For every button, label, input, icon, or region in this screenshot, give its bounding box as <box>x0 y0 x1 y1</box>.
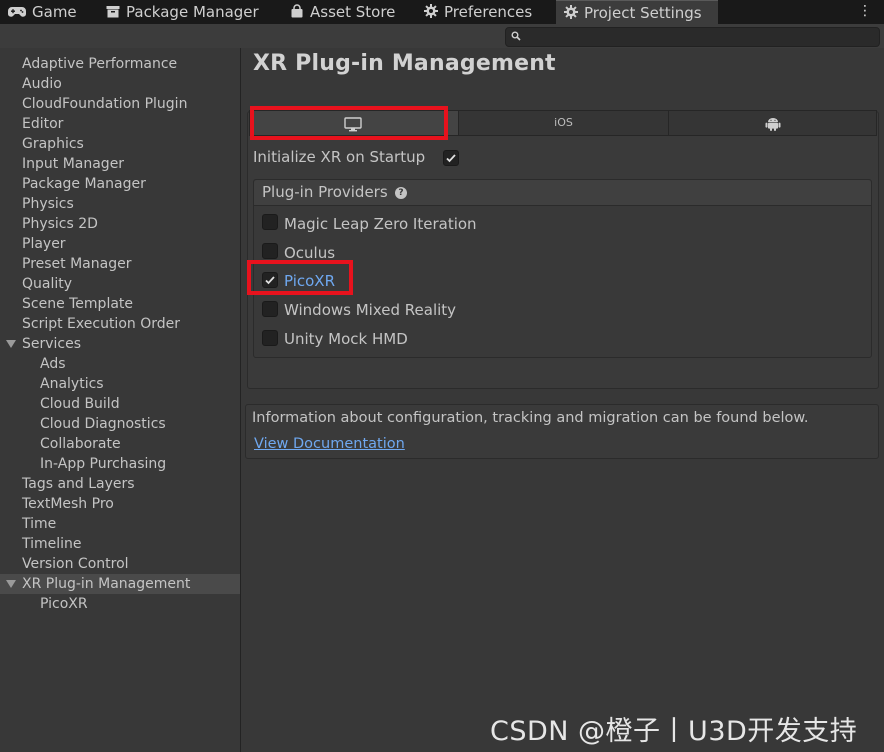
initialize-xr-label: Initialize XR on Startup <box>253 148 426 166</box>
sidebar-item-version-control[interactable]: Version Control <box>0 554 262 574</box>
android-icon <box>765 118 781 131</box>
sidebar-item-graphics[interactable]: Graphics <box>0 134 262 154</box>
sidebar-item-collaborate[interactable]: Collaborate <box>0 434 280 454</box>
provider-label-windows-mr: Windows Mixed Reality <box>284 301 457 319</box>
view-documentation-link[interactable]: View Documentation <box>254 436 405 452</box>
page-title: XR Plug-in Management <box>253 51 556 76</box>
gamepad-icon <box>8 1 26 25</box>
sidebar-item-cloud-build[interactable]: Cloud Build <box>0 394 280 414</box>
sidebar-item-services[interactable]: Services <box>0 334 240 354</box>
sidebar-item-timeline[interactable]: Timeline <box>0 534 262 554</box>
tab-project-settings[interactable]: Project Settings <box>556 0 718 24</box>
sidebar-item-editor[interactable]: Editor <box>0 114 262 134</box>
sidebar-item-tags-and-layers[interactable]: Tags and Layers <box>0 474 262 494</box>
sidebar-item-audio[interactable]: Audio <box>0 74 262 94</box>
settings-sidebar: Adaptive Performance Audio CloudFoundati… <box>0 48 241 752</box>
tab-game-label: Game <box>32 3 77 21</box>
provider-checkbox-oculus[interactable] <box>262 243 278 259</box>
sidebar-item-cloud-diagnostics[interactable]: Cloud Diagnostics <box>0 414 280 434</box>
help-icon[interactable]: ? <box>395 187 407 199</box>
sidebar-item-time[interactable]: Time <box>0 514 262 534</box>
sidebar-item-analytics[interactable]: Analytics <box>0 374 280 394</box>
tab-project-settings-label: Project Settings <box>584 4 702 22</box>
sidebar-item-scene-template[interactable]: Scene Template <box>0 294 262 314</box>
search-row <box>0 24 884 48</box>
tab-asset-store-label: Asset Store <box>310 3 396 21</box>
sidebar-item-package-manager[interactable]: Package Manager <box>0 174 262 194</box>
watermark: CSDN @橙子丨U3D开发支持 <box>490 716 858 747</box>
sidebar-item-adaptive-performance[interactable]: Adaptive Performance <box>0 54 262 74</box>
package-icon <box>106 1 120 25</box>
editor-tab-bar: Game Package Manager Asset Store Prefere… <box>0 0 884 24</box>
tab-game[interactable]: Game <box>8 0 77 24</box>
highlight-box-standalone-tab <box>250 106 448 140</box>
tab-package-manager-label: Package Manager <box>126 3 259 21</box>
sidebar-item-physics[interactable]: Physics <box>0 194 262 214</box>
provider-label-unity-mock-hmd: Unity Mock HMD <box>284 330 408 348</box>
tab-android[interactable] <box>668 110 877 136</box>
highlight-box-picoxr <box>247 260 353 295</box>
expand-arrow-icon[interactable] <box>6 340 16 348</box>
initialize-xr-checkbox[interactable] <box>443 150 459 166</box>
sidebar-item-quality[interactable]: Quality <box>0 274 262 294</box>
provider-checkbox-magic-leap[interactable] <box>262 214 278 230</box>
provider-checkbox-windows-mr[interactable] <box>262 301 278 317</box>
sidebar-item-cloudfoundation-plugin[interactable]: CloudFoundation Plugin <box>0 94 262 114</box>
sidebar-item-input-manager[interactable]: Input Manager <box>0 154 262 174</box>
info-text: Information about configuration, trackin… <box>252 410 809 426</box>
more-options-icon[interactable]: ⋮ <box>858 2 872 20</box>
sidebar-item-script-execution-order[interactable]: Script Execution Order <box>0 314 262 334</box>
tab-preferences-label: Preferences <box>444 3 533 21</box>
sidebar-item-xr-plugin-management-label: XR Plug-in Management <box>22 576 191 592</box>
plugin-providers-header: Plug-in Providers ? <box>254 180 871 206</box>
plugin-providers-title: Plug-in Providers <box>262 183 388 201</box>
search-icon <box>511 31 521 41</box>
search-input[interactable] <box>505 27 880 47</box>
sidebar-item-preset-manager[interactable]: Preset Manager <box>0 254 262 274</box>
sidebar-item-xr-plugin-management[interactable]: XR Plug-in Management <box>0 574 240 594</box>
expand-arrow-icon[interactable] <box>6 580 16 588</box>
sidebar-item-services-label: Services <box>22 336 82 352</box>
sidebar-item-player[interactable]: Player <box>0 234 262 254</box>
gear-icon <box>564 2 578 26</box>
tab-package-manager[interactable]: Package Manager <box>106 0 259 24</box>
tab-ios-label: iOS <box>554 116 573 129</box>
info-box: Information about configuration, trackin… <box>245 404 879 459</box>
provider-checkbox-unity-mock-hmd[interactable] <box>262 330 278 346</box>
gear-icon <box>424 1 438 25</box>
settings-content: XR Plug-in Management iOS Initialize XR … <box>241 48 884 752</box>
sidebar-item-picoxr[interactable]: PicoXR <box>0 594 280 614</box>
tab-asset-store[interactable]: Asset Store <box>290 0 395 24</box>
tab-preferences[interactable]: Preferences <box>424 0 532 24</box>
checkmark-icon <box>446 154 456 163</box>
sidebar-item-ads[interactable]: Ads <box>0 354 280 374</box>
sidebar-item-in-app-purchasing[interactable]: In-App Purchasing <box>0 454 280 474</box>
sidebar-item-textmesh-pro[interactable]: TextMesh Pro <box>0 494 262 514</box>
shopping-bag-icon <box>290 1 304 25</box>
tab-ios[interactable]: iOS <box>458 110 669 136</box>
provider-label-magic-leap: Magic Leap Zero Iteration <box>284 215 477 233</box>
sidebar-item-physics-2d[interactable]: Physics 2D <box>0 214 262 234</box>
